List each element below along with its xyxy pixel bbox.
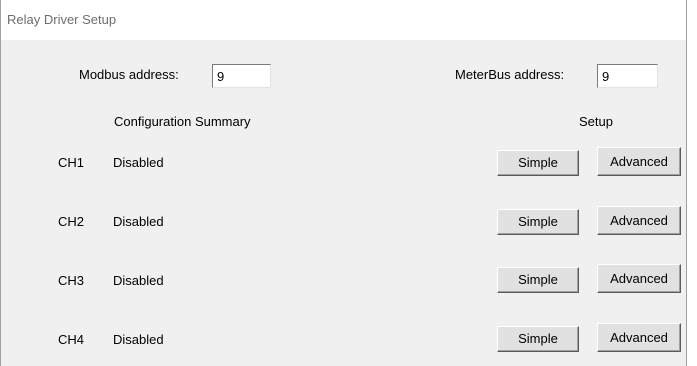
channel-label-ch4: CH4 [58, 332, 85, 347]
window-title: Relay Driver Setup [7, 12, 117, 27]
channel-status-ch4: Disabled [113, 332, 164, 347]
channel-status-ch3: Disabled [113, 273, 164, 288]
meterbus-address-label: MeterBus address: [455, 67, 565, 82]
channel-label-ch1: CH1 [58, 155, 85, 170]
configuration-summary-header: Configuration Summary [114, 114, 251, 129]
advanced-setup-button-ch1[interactable]: Advanced [597, 147, 681, 176]
simple-setup-button-ch2[interactable]: Simple [497, 209, 579, 235]
channel-status-ch1: Disabled [113, 155, 164, 170]
title-bar: Relay Driver Setup [1, 0, 686, 40]
advanced-setup-button-ch3[interactable]: Advanced [597, 264, 681, 293]
setup-header: Setup [579, 114, 613, 129]
simple-setup-button-ch1[interactable]: Simple [497, 150, 579, 176]
advanced-setup-button-ch4[interactable]: Advanced [597, 323, 681, 352]
meterbus-address-input[interactable] [597, 64, 658, 88]
relay-driver-setup-window: Relay Driver Setup Modbus address: Meter… [0, 0, 687, 366]
modbus-address-label: Modbus address: [79, 67, 179, 82]
simple-setup-button-ch4[interactable]: Simple [497, 326, 579, 352]
simple-setup-button-ch3[interactable]: Simple [497, 267, 579, 293]
channel-label-ch2: CH2 [58, 214, 85, 229]
modbus-address-input[interactable] [212, 64, 271, 88]
advanced-setup-button-ch2[interactable]: Advanced [597, 206, 681, 235]
channel-label-ch3: CH3 [58, 273, 85, 288]
channel-status-ch2: Disabled [113, 214, 164, 229]
